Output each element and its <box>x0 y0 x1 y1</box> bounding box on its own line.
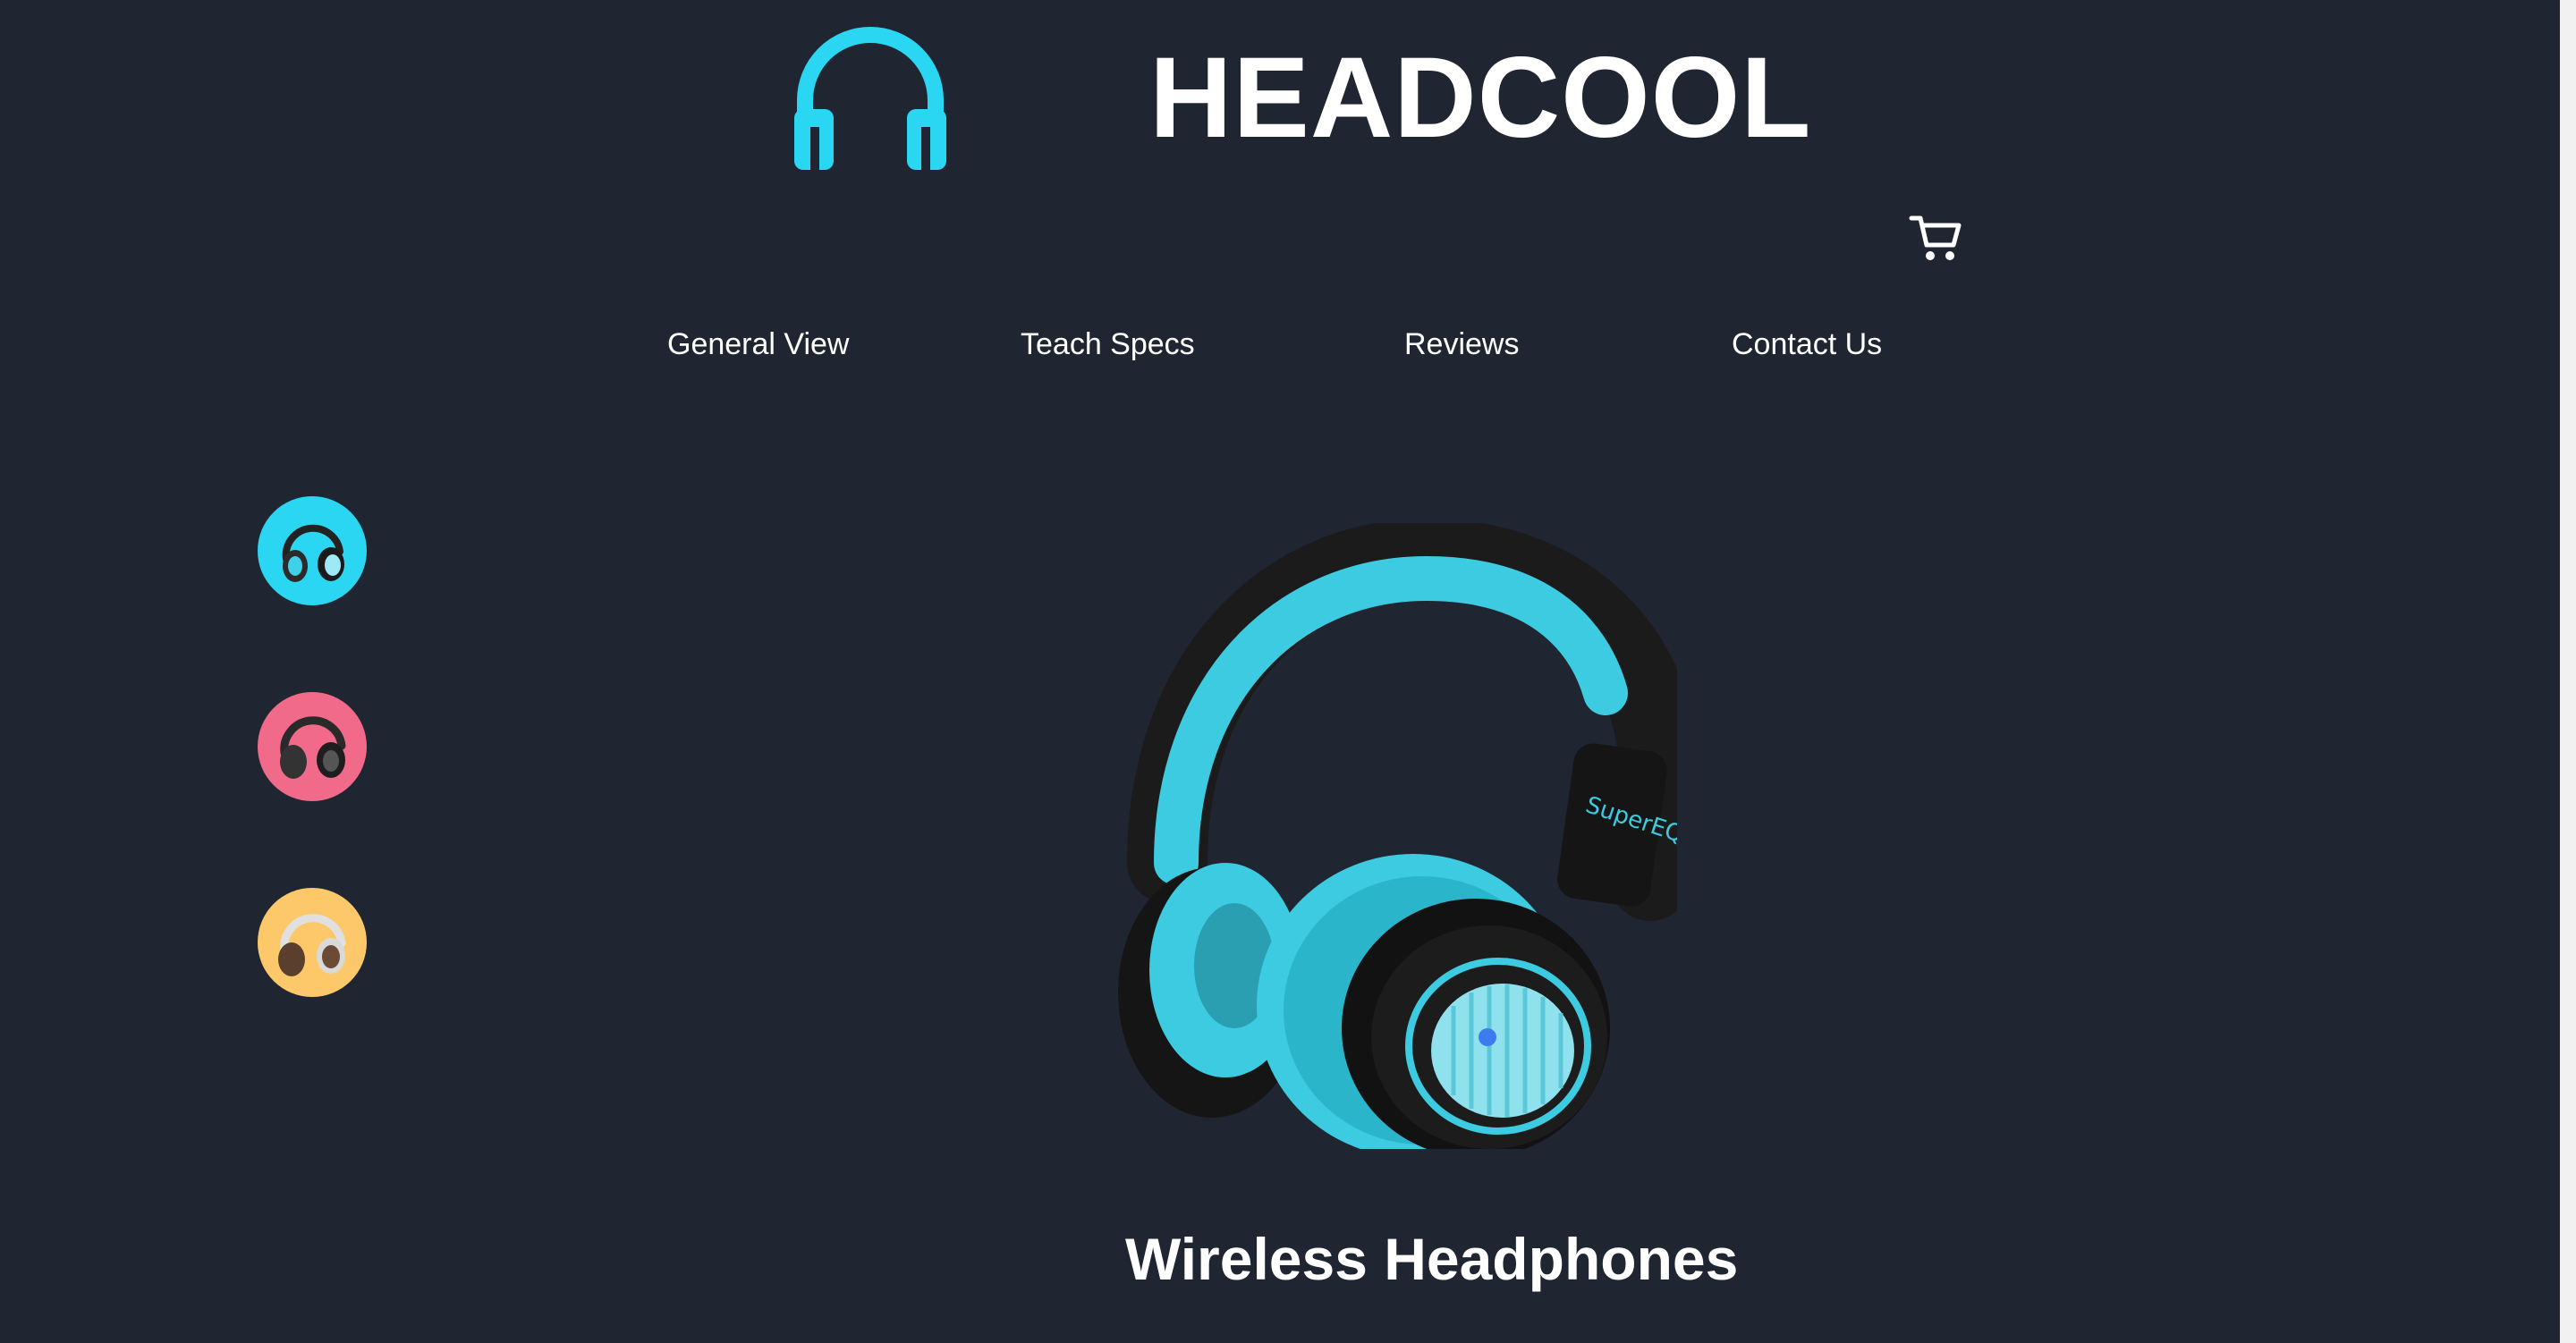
headphones-product-image: SuperEQ <box>1069 518 1700 1158</box>
product-title: Wireless Headphones <box>1125 1226 1739 1292</box>
nav-reviews[interactable]: Reviews <box>1404 322 1519 367</box>
page-scrollbar[interactable] <box>2560 0 2576 1343</box>
shopping-cart-icon[interactable] <box>1909 213 1962 263</box>
headphones-icon[interactable] <box>794 27 946 170</box>
header: HEADCOOL <box>0 0 2560 179</box>
nav-general-view[interactable]: General View <box>667 322 850 367</box>
headphones-thumbnail-icon <box>278 914 346 976</box>
thumbnail-black-headphones[interactable] <box>258 692 367 801</box>
thumbnail-silver-headphones[interactable] <box>258 888 367 997</box>
thumbnail-blue-headphones[interactable] <box>258 496 367 605</box>
nav-teach-specs[interactable]: Teach Specs <box>1021 322 1195 367</box>
brand-name[interactable]: HEADCOOL <box>1149 27 1811 170</box>
page: HEADCOOL General View Teach Specs Review… <box>0 0 2576 1343</box>
headphones-thumbnail-icon <box>282 524 344 582</box>
main-nav: General View Teach Specs Reviews Contact… <box>0 322 2560 367</box>
headphones-thumbnail-icon <box>280 716 346 779</box>
nav-contact-us[interactable]: Contact Us <box>1732 322 1882 367</box>
